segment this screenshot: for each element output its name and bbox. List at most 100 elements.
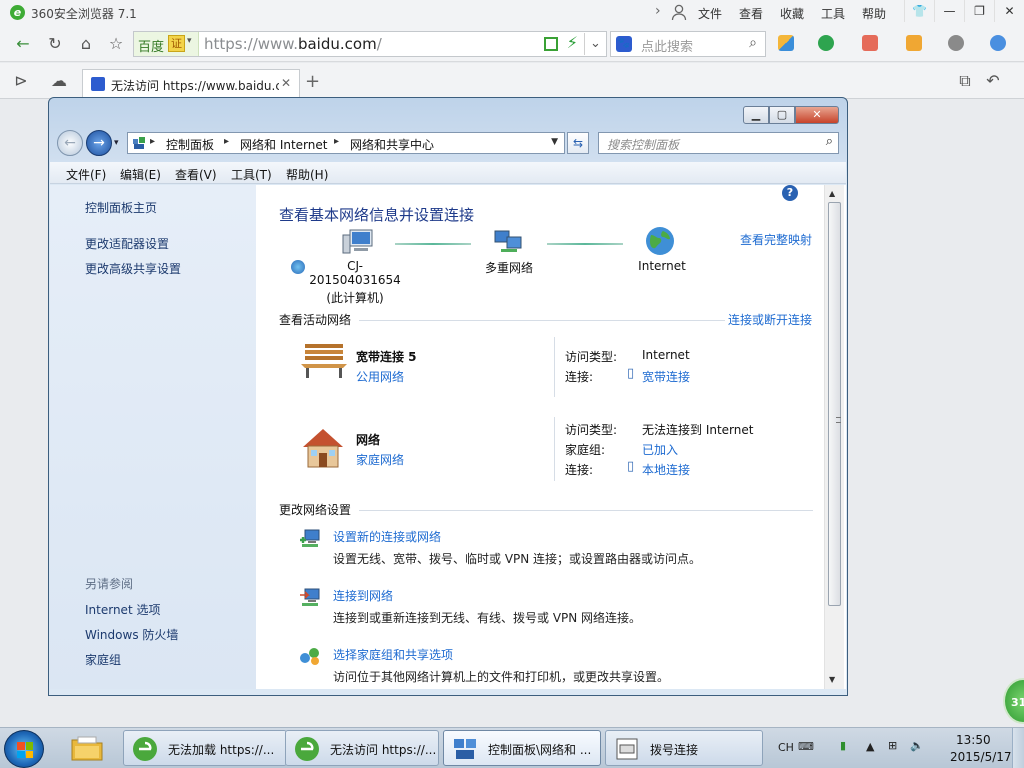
address-bar[interactable]: 百度 证 ▾ https://www.baidu.com/ ⚡ [133, 31, 607, 57]
menu-edit[interactable]: 编辑(E) [120, 166, 161, 183]
close-button[interactable]: ✕ [994, 0, 1024, 22]
connection-link[interactable]: 宽带连接 [642, 368, 690, 385]
start-button[interactable] [4, 730, 44, 768]
site-identity[interactable]: 百度 证 ▾ [134, 32, 199, 56]
clock-date[interactable]: 2015/5/17 [950, 750, 1012, 764]
network-type-link[interactable]: 公用网络 [356, 368, 404, 385]
restore-tabs-icon[interactable]: ⧉ [954, 70, 976, 92]
history-dropdown-icon[interactable]: ▾ [114, 138, 119, 148]
maximize-button[interactable]: ▢ [769, 106, 795, 124]
chevron-right-icon[interactable]: › [655, 3, 661, 19]
menu-file[interactable]: 文件(F) [66, 166, 106, 183]
url-text[interactable]: https://www.baidu.com/ [204, 35, 382, 53]
taskbar-item[interactable]: 无法加载 https://... [123, 730, 287, 766]
menu-tools[interactable]: 工具 [821, 5, 845, 22]
nav-windows-firewall[interactable]: Windows 防火墙 [85, 626, 178, 643]
battery-icon[interactable]: ▮ [840, 739, 846, 752]
forward-button[interactable]: → [86, 130, 112, 156]
nav-homegroup[interactable]: 家庭组 [85, 651, 121, 668]
network-type-link[interactable]: 家庭网络 [356, 451, 404, 468]
back-button[interactable]: ← [57, 130, 83, 156]
translate-icon[interactable] [862, 35, 878, 51]
search-input[interactable]: 点此搜索 [641, 36, 693, 55]
star-icon[interactable]: ☆ [105, 33, 127, 55]
help-icon[interactable]: ? [782, 185, 798, 201]
refresh-button[interactable]: ⇆ [567, 132, 589, 154]
breadcrumb[interactable]: ▸ 控制面板 ▸ 网络和 Internet ▸ 网络和共享中心 ▼ [127, 132, 565, 154]
skin-icon[interactable]: 👕 [904, 0, 934, 22]
view-full-map-link[interactable]: 查看完整映射 [740, 231, 812, 248]
volume-icon[interactable]: 🔈 [910, 739, 924, 752]
tools-icon[interactable] [990, 35, 1006, 51]
keyboard-icon[interactable]: ⌨ [798, 740, 814, 753]
task-homegroup-link[interactable]: 选择家庭组和共享选项 [333, 646, 453, 663]
apps-icon[interactable] [778, 35, 794, 51]
task-description: 连接到或重新连接到无线、有线、拨号或 VPN 网络连接。 [333, 611, 642, 625]
nav-change-adapter[interactable]: 更改适配器设置 [85, 235, 169, 252]
new-tab-button[interactable]: + [305, 71, 320, 92]
shield-icon[interactable] [818, 35, 834, 51]
menu-view[interactable]: 查看 [739, 5, 763, 22]
chevron-down-icon[interactable]: ▼ [551, 137, 558, 147]
chevron-right-icon[interactable]: ▸ [224, 136, 229, 147]
search-box[interactable]: 🐾 点此搜索 ⌕ [610, 31, 766, 57]
menu-view[interactable]: 查看(V) [175, 166, 217, 183]
menu-favorites[interactable]: 收藏 [780, 5, 804, 22]
breadcrumb-item[interactable]: 控制面板 [166, 136, 214, 153]
breadcrumb-item[interactable]: 网络和 Internet [240, 136, 327, 153]
refresh-icon[interactable]: ↻ [44, 33, 66, 55]
certificate-icon[interactable]: 证 [168, 35, 185, 52]
tray-expand-icon[interactable]: ▲ [866, 740, 874, 753]
cloud-icon[interactable]: ☁ [48, 70, 70, 92]
menu-help[interactable]: 帮助 [862, 5, 886, 22]
scroll-down-icon[interactable]: ▼ [829, 675, 835, 684]
chevron-right-icon[interactable]: ▸ [150, 136, 155, 147]
chevron-right-icon[interactable]: ▸ [334, 136, 339, 147]
folder-icon[interactable] [70, 734, 104, 762]
qr-code-icon[interactable] [544, 37, 558, 51]
chevron-down-icon[interactable]: ▾ [187, 36, 192, 46]
search-icon[interactable]: ⌕ [826, 134, 833, 149]
minimize-button[interactable]: — [934, 0, 964, 22]
ime-indicator[interactable]: CH [778, 741, 794, 754]
clock-time[interactable]: 13:50 [956, 733, 991, 747]
taskbar-item[interactable]: 拨号连接 [605, 730, 763, 766]
close-icon[interactable]: ✕ [281, 76, 291, 90]
user-icon[interactable] [671, 4, 687, 21]
maximize-button[interactable]: ❐ [964, 0, 994, 22]
network-tray-icon[interactable]: ⊞ [888, 739, 897, 752]
minimize-button[interactable]: ▁ [743, 106, 769, 124]
menu-tools[interactable]: 工具(T) [231, 166, 272, 183]
connection-link[interactable]: 本地连接 [642, 461, 690, 478]
screenshot-icon[interactable] [906, 35, 922, 51]
vertical-scrollbar[interactable]: ▲ ▼ [824, 185, 844, 689]
baidu-engine-icon[interactable]: 🐾 [616, 36, 632, 52]
sidebar-toggle-icon[interactable]: ⊳ [10, 70, 32, 92]
chevron-down-icon[interactable]: ⌄ [584, 33, 606, 55]
nav-control-panel-home[interactable]: 控制面板主页 [85, 199, 157, 216]
taskbar-item[interactable]: 无法访问 https://... [285, 730, 439, 766]
task-new-connection-link[interactable]: 设置新的连接或网络 [333, 528, 441, 545]
game-icon[interactable] [948, 35, 964, 51]
search-input[interactable]: 搜索控制面板 [607, 136, 679, 153]
search-icon[interactable]: ⌕ [749, 35, 757, 51]
scroll-thumb[interactable] [828, 202, 841, 606]
taskbar-item-active[interactable]: 控制面板\网络和 ... [443, 730, 601, 766]
home-icon[interactable]: ⌂ [75, 33, 97, 55]
control-panel-search[interactable]: 搜索控制面板 ⌕ [598, 132, 839, 154]
menu-file[interactable]: 文件 [698, 5, 722, 22]
tab-current[interactable]: 无法访问 https://www.baidu.com ✕ [82, 69, 300, 99]
speed-mode-icon[interactable]: ⚡ [567, 33, 578, 52]
homegroup-link[interactable]: 已加入 [642, 441, 678, 458]
close-button[interactable]: ✕ [795, 106, 839, 124]
nav-internet-options[interactable]: Internet 选项 [85, 601, 160, 618]
nav-advanced-sharing[interactable]: 更改高级共享设置 [85, 260, 181, 277]
connect-disconnect-link[interactable]: 连接或断开连接 [728, 311, 812, 328]
show-desktop-button[interactable] [1012, 728, 1024, 768]
undo-icon[interactable]: ↶ [982, 70, 1004, 92]
back-icon[interactable]: ← [12, 33, 34, 55]
task-connect-network-link[interactable]: 连接到网络 [333, 587, 393, 604]
breadcrumb-item[interactable]: 网络和共享中心 [350, 136, 434, 153]
menu-help[interactable]: 帮助(H) [286, 166, 328, 183]
scroll-up-icon[interactable]: ▲ [829, 189, 835, 198]
